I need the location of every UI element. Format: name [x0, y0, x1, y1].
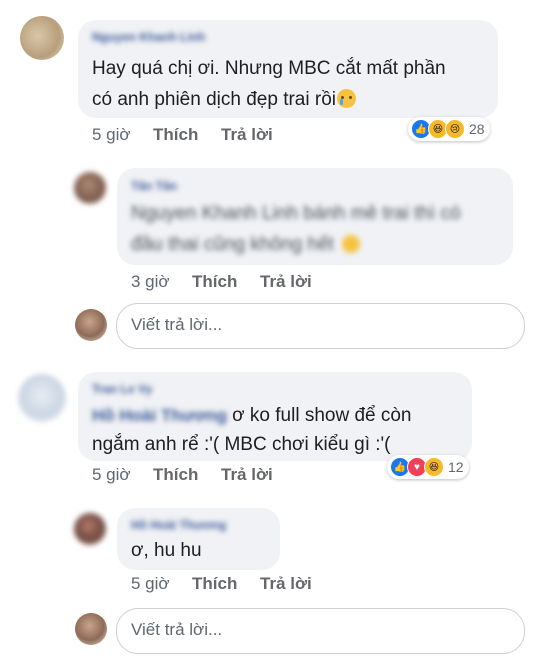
avatar[interactable] [18, 374, 66, 422]
comment-bubble: Nguyen Khanh Linh Hay quá chị ơi. Nhưng … [78, 20, 498, 118]
avatar[interactable] [74, 172, 106, 204]
reply-input-placeholder: Viết trả lời... [131, 315, 223, 334]
reply-button[interactable]: Trả lời [260, 574, 312, 594]
avatar[interactable] [20, 16, 64, 60]
timestamp[interactable]: 5 giờ [92, 465, 131, 485]
like-button[interactable]: Thích [192, 574, 237, 594]
current-user-avatar [75, 309, 107, 341]
reply-bubble: Tân Tân Nguyen Khanh Linh bánh mê trai t… [117, 168, 513, 265]
comment-bubble: Tran Le Vy Hồ Hoài Thương ơ ko full show… [78, 372, 472, 461]
comment-author[interactable]: Hồ Hoài Thương [131, 518, 226, 532]
comment-text: Nguyen Khanh Linh bánh mê trai thì có [131, 203, 461, 224]
timestamp[interactable]: 3 giờ [131, 272, 170, 292]
reply-button[interactable]: Trả lời [221, 125, 273, 145]
like-button[interactable]: Thích [192, 272, 237, 292]
reaction-summary[interactable]: 👍 ♥ 😆 12 [387, 455, 469, 479]
like-button[interactable]: Thích [153, 465, 198, 485]
crying-emoji-icon [337, 89, 356, 108]
comment-meta: 5 giờ Thích Trả lời [92, 465, 392, 487]
reaction-summary[interactable]: 👍 😆 😢 28 [408, 117, 490, 141]
reply-input[interactable]: Viết trả lời... [116, 303, 525, 349]
comment-author[interactable]: Tran Le Vy [92, 382, 152, 396]
timestamp[interactable]: 5 giờ [92, 125, 131, 145]
current-user-avatar [75, 613, 107, 645]
reply-button[interactable]: Trả lời [260, 272, 312, 292]
avatar[interactable] [74, 513, 106, 545]
comment-meta: 3 giờ Thích Trả lời [131, 272, 431, 294]
like-button[interactable]: Thích [153, 125, 198, 145]
timestamp[interactable]: 5 giờ [131, 574, 170, 594]
reply-input[interactable]: Viết trả lời... [116, 608, 525, 654]
mention-link[interactable]: Hồ Hoài Thương [92, 406, 227, 425]
sad-reaction-icon: 😢 [445, 119, 465, 139]
comment-text: ơ, hu hu [131, 540, 202, 561]
comment-author[interactable]: Nguyen Khanh Linh [92, 30, 205, 44]
sad-emoji-icon [341, 235, 360, 253]
comment-text: Hay quá chị ơi. Nhưng MBC cắt mất phần [92, 58, 446, 79]
comment-meta: 5 giờ Thích Trả lời [131, 574, 431, 596]
comment-text: Hồ Hoài Thương ơ ko full show để còn [92, 405, 412, 426]
reply-button[interactable]: Trả lời [221, 465, 273, 485]
reaction-count: 28 [469, 121, 485, 137]
comment-author[interactable]: Tân Tân [131, 179, 177, 193]
reply-input-placeholder: Viết trả lời... [131, 620, 223, 639]
reaction-count: 12 [448, 459, 464, 475]
comment-text: đầu thai cũng không hết [131, 229, 360, 260]
comment-text: có anh phiên dịch đẹp trai rồi [92, 84, 356, 115]
comment-meta: 5 giờ Thích Trả lời [92, 125, 392, 147]
comment-text: ngắm anh rể :'( MBC chơi kiểu gì :'( [92, 434, 391, 455]
reply-bubble: Hồ Hoài Thương ơ, hu hu [117, 508, 280, 570]
haha-reaction-icon: 😆 [424, 457, 444, 477]
